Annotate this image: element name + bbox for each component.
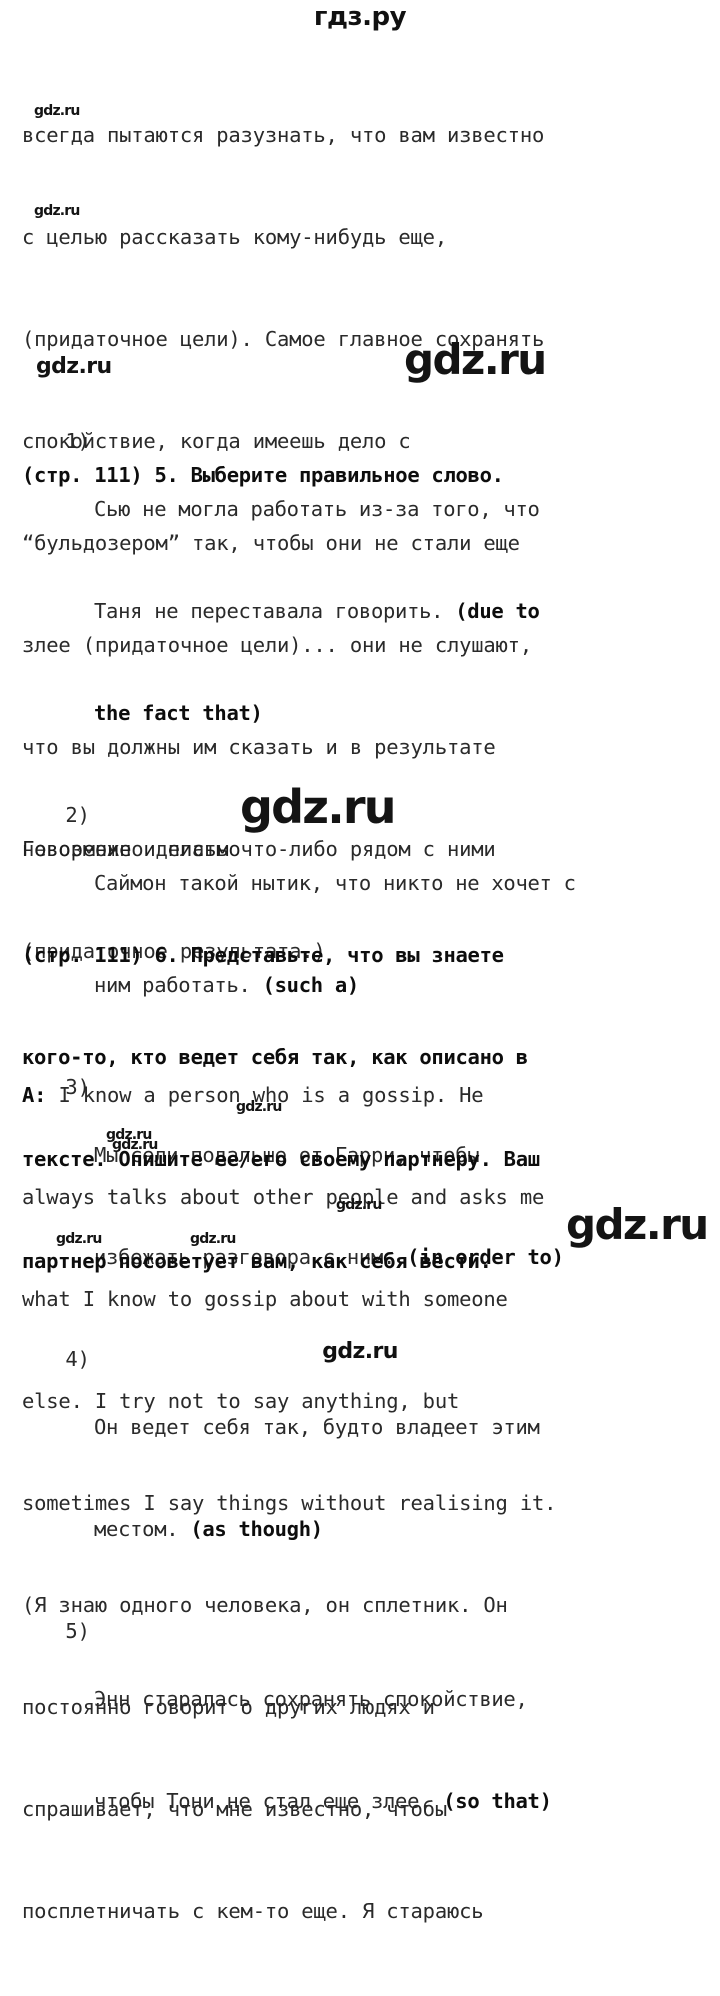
answer-translation-line: посплетничать с кем-то еще. Я стараюсь <box>22 1899 484 1923</box>
intro-line-1: всегда пытаются разузнать, что вам извес… <box>22 123 545 147</box>
list-item-line: Сью не могла работать из-за того, что <box>94 497 540 521</box>
answer-line: always talks about other people and asks… <box>22 1185 545 1209</box>
list-item-marker: 2) <box>65 803 90 827</box>
section-title: Говорение и письмо <box>22 837 241 861</box>
intro-line-2: с целью рассказать кому-нибудь еще, <box>22 225 447 249</box>
answer-line: else. I try not to say anything, but <box>22 1389 460 1413</box>
list-item-marker: 1) <box>65 429 90 453</box>
answer-translation-line: спрашивает, что мне известно, чтобы <box>22 1797 447 1821</box>
answer-key: (due to <box>455 599 540 623</box>
list-item[interactable]: 1) Сью не могла работать из-за того, что… <box>22 424 720 798</box>
answer-speaker-label: A: <box>22 1083 47 1107</box>
page-sheet: всегда пытаются разузнать, что вам извес… <box>0 42 720 1923</box>
site-footer-logo[interactable]: gdz.ru <box>0 1339 720 1364</box>
answer-line: I know a person who is a gossip. He <box>46 1083 484 1107</box>
task6-answer: A: I know a person who is a gossip. He a… <box>22 1010 718 1996</box>
list-item-line: Таня не переставала говорить. <box>94 599 456 623</box>
answer-translation-line: (Я знаю одного человека, он сплетник. Он <box>22 1593 508 1617</box>
intro-line-3: (придаточное цели). Самое главное сохран… <box>22 327 545 351</box>
answer-line: sometimes I say things without realising… <box>22 1491 557 1515</box>
site-header-logo[interactable]: гдз.ру <box>0 0 720 34</box>
task6-heading-line: (стр. 111) 6. Представьте, что вы знаете <box>22 943 504 967</box>
answer-key-cont: the fact that) <box>94 701 263 725</box>
answer-line: what I know to gossip about with someone <box>22 1287 508 1311</box>
answer-translation-line: постоянно говорит о других людях и <box>22 1695 435 1719</box>
list-item-body: Сью не могла работать из-за того, что Та… <box>94 424 720 798</box>
